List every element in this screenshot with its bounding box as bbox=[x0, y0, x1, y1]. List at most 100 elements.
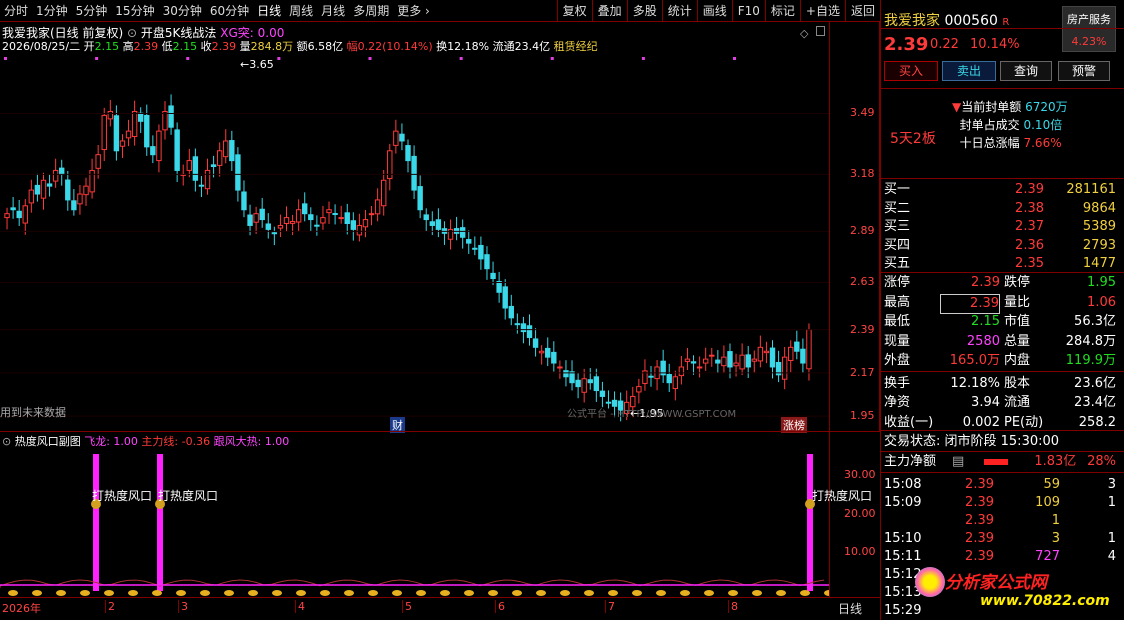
candle bbox=[751, 350, 757, 373]
tool-button-4[interactable]: 画线 bbox=[696, 0, 732, 22]
candle bbox=[16, 199, 22, 226]
candle bbox=[344, 203, 350, 235]
period-tab-8[interactable]: 月线 bbox=[317, 0, 349, 22]
trade-state: 交易状态: 闭市阶段 15:30:00 bbox=[884, 434, 1060, 449]
window-toggle-icon[interactable] bbox=[816, 26, 825, 36]
book-volume: 2793 bbox=[1082, 237, 1116, 253]
period-tab-0[interactable]: 分时 bbox=[0, 0, 32, 22]
period-tab-10[interactable]: 更多 › bbox=[393, 0, 434, 22]
tool-button-3[interactable]: 统计 bbox=[661, 0, 697, 22]
candle bbox=[593, 368, 600, 402]
tool-button-5[interactable]: F10 bbox=[731, 0, 765, 22]
tick-row: 15:10 2.39 3 1 bbox=[884, 530, 1116, 548]
expand-icon[interactable]: ◇ bbox=[800, 27, 808, 40]
period-tab-6[interactable]: 日线 bbox=[253, 0, 285, 22]
net-row: 主力净额 ▤ 1.83亿 28% bbox=[884, 453, 1116, 471]
gold-ingot-icon bbox=[560, 590, 570, 596]
candle bbox=[180, 164, 186, 186]
heat-subchart bbox=[0, 454, 829, 596]
tool-button-0[interactable]: 复权 bbox=[556, 0, 592, 22]
gold-ingot-icon bbox=[392, 590, 402, 596]
candle bbox=[168, 94, 174, 135]
kline-panel[interactable] bbox=[0, 22, 880, 432]
period-tab-4[interactable]: 30分钟 bbox=[159, 0, 206, 22]
period-tab-7[interactable]: 周线 bbox=[285, 0, 317, 22]
tool-button-7[interactable]: +自选 bbox=[799, 0, 845, 22]
trade-button-3[interactable]: 预警 bbox=[1058, 61, 1110, 81]
sector-box[interactable]: 房产服务 4.23% bbox=[1062, 6, 1116, 52]
candle bbox=[636, 378, 642, 404]
book-price: 2.38 bbox=[1015, 200, 1044, 216]
candle bbox=[545, 337, 551, 367]
panel-separator bbox=[880, 178, 1124, 179]
tool-button-2[interactable]: 多股 bbox=[626, 0, 662, 22]
gold-ingot-icon bbox=[776, 590, 786, 596]
candle bbox=[289, 214, 296, 236]
period-tab-3[interactable]: 15分钟 bbox=[111, 0, 158, 22]
candle bbox=[569, 360, 575, 391]
candle bbox=[788, 340, 794, 373]
book-volume: 281161 bbox=[1066, 182, 1116, 197]
list-icon[interactable]: ▤ bbox=[952, 453, 964, 471]
book-row[interactable]: 买二 2.38 9864 bbox=[884, 200, 1116, 218]
book-price: 2.36 bbox=[1015, 237, 1044, 253]
candle bbox=[223, 129, 229, 164]
candle bbox=[557, 360, 563, 379]
candle bbox=[162, 101, 168, 140]
high-value: 2.39 bbox=[133, 40, 159, 53]
candle bbox=[46, 174, 53, 197]
seal-amt: 6720万 bbox=[1025, 100, 1068, 114]
candle bbox=[241, 180, 247, 218]
gold-ingot-icon bbox=[680, 590, 690, 596]
candle bbox=[144, 104, 150, 156]
panel-separator bbox=[880, 472, 1124, 473]
candle bbox=[192, 148, 199, 192]
stat-row: 最高 2.39 量比 1.06 bbox=[884, 293, 1116, 314]
low-value: 2.15 bbox=[172, 40, 198, 53]
candle bbox=[739, 343, 745, 376]
stat-label: 最高 bbox=[884, 294, 911, 310]
candle bbox=[77, 184, 83, 215]
period-label[interactable]: 日线 bbox=[838, 600, 862, 617]
seal-amt-label: 当前封单额 bbox=[961, 100, 1022, 114]
period-tab-9[interactable]: 多周期 bbox=[349, 0, 393, 22]
gold-ingot-icon bbox=[512, 590, 522, 596]
tool-button-6[interactable]: 标记 bbox=[764, 0, 800, 22]
price-tick: 1.95 bbox=[850, 409, 875, 423]
book-label: 买四 bbox=[884, 237, 911, 253]
future-data-note: 用到未来数据 bbox=[0, 406, 66, 419]
candle bbox=[417, 175, 423, 219]
book-row[interactable]: 买三 2.37 5389 bbox=[884, 218, 1116, 236]
tool-button-1[interactable]: 叠加 bbox=[591, 0, 627, 22]
watermark: 公式平台 - HTTP://WWW.GSPT.COM bbox=[567, 409, 737, 420]
book-row[interactable]: 买一 2.39 281161 bbox=[884, 181, 1116, 199]
candle bbox=[387, 143, 393, 191]
candle bbox=[65, 170, 71, 211]
panel-separator bbox=[880, 88, 1124, 89]
date-tick: 7 bbox=[605, 600, 615, 613]
panel-separator bbox=[880, 451, 1124, 452]
candle bbox=[308, 207, 314, 232]
logo-flower-icon bbox=[915, 567, 945, 597]
tool-button-8[interactable]: 返回 bbox=[844, 0, 880, 22]
candle bbox=[599, 381, 606, 408]
candle bbox=[672, 370, 679, 401]
concept-tag[interactable]: 租赁经纪 bbox=[554, 40, 598, 53]
period-tab-1[interactable]: 1分钟 bbox=[32, 0, 72, 22]
book-row[interactable]: 买五 2.35 1477 bbox=[884, 255, 1116, 273]
candle bbox=[125, 119, 132, 147]
period-tab-2[interactable]: 5分钟 bbox=[72, 0, 112, 22]
tick-time: 15:09 bbox=[884, 495, 922, 510]
book-row[interactable]: 买四 2.36 2793 bbox=[884, 237, 1116, 255]
candle bbox=[34, 173, 41, 202]
trade-button-0[interactable]: 买入 bbox=[884, 61, 938, 81]
period-toolbar: 分时 1分钟 5分钟 15分钟 30分钟 60分钟 日线 周线 月线 多周期 更多 › 复权 叠加 多股统… bbox=[0, 0, 880, 22]
trade-button-2[interactable]: 查询 bbox=[1000, 61, 1052, 81]
bar-info: 2026/08/25/二 开2.15 高2.39 低2.15 收2.39 量28… bbox=[2, 38, 598, 54]
period-tab-5[interactable]: 60分钟 bbox=[206, 0, 253, 22]
trade-button-1[interactable]: 卖出 bbox=[942, 61, 996, 81]
gold-ingot-icon bbox=[488, 590, 498, 596]
signal-dot bbox=[641, 57, 645, 60]
gold-ingot-icon bbox=[752, 590, 762, 596]
amt-value: 6.58亿 bbox=[307, 40, 344, 53]
